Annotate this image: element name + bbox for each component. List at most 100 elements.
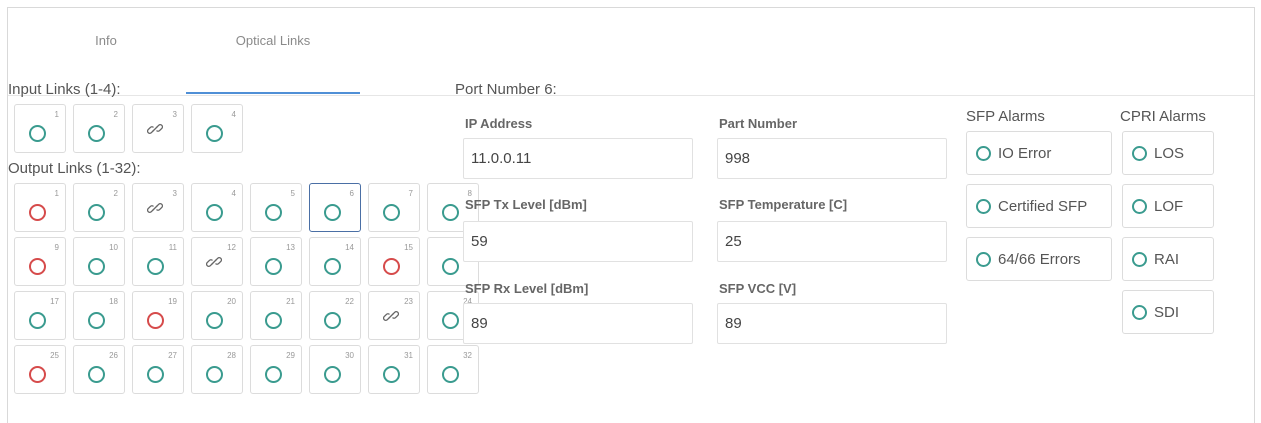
input-links-title: Input Links (1-4): bbox=[8, 81, 121, 98]
link-number: 14 bbox=[345, 243, 354, 252]
link-box-32[interactable]: 32 bbox=[427, 345, 479, 394]
alarm-sdi[interactable]: SDI bbox=[1122, 290, 1214, 334]
link-box-30[interactable]: 30 bbox=[309, 345, 361, 394]
status-ok-icon bbox=[442, 312, 459, 329]
temperature-label: SFP Temperature [C] bbox=[719, 197, 848, 212]
part-number-label: Part Number bbox=[719, 116, 798, 131]
link-box-4[interactable]: 4 bbox=[191, 104, 243, 153]
link-number: 32 bbox=[463, 351, 472, 360]
link-number: 22 bbox=[345, 297, 354, 306]
status-ok-icon bbox=[88, 204, 105, 221]
ip-address-field[interactable]: 11.0.0.11 bbox=[463, 138, 693, 179]
alarm-64-66-errors[interactable]: 64/66 Errors bbox=[966, 237, 1112, 281]
temperature-field[interactable]: 25 bbox=[717, 221, 947, 262]
status-ok-icon bbox=[29, 312, 46, 329]
alarm-label: LOS bbox=[1154, 145, 1185, 162]
link-box-11[interactable]: 11 bbox=[132, 237, 184, 286]
alarm-rai[interactable]: RAI bbox=[1122, 237, 1214, 281]
sfp-alarms-title: SFP Alarms bbox=[966, 108, 1045, 125]
link-box-23[interactable]: 23 bbox=[368, 291, 420, 340]
status-ok-icon bbox=[324, 366, 341, 383]
link-box-2[interactable]: 2 bbox=[73, 104, 125, 153]
status-ok-icon bbox=[206, 125, 223, 142]
link-number: 15 bbox=[404, 243, 413, 252]
link-box-14[interactable]: 14 bbox=[309, 237, 361, 286]
link-box-4[interactable]: 4 bbox=[191, 183, 243, 232]
status-ok-icon bbox=[1132, 199, 1147, 214]
link-number: 3 bbox=[172, 110, 177, 119]
link-box-26[interactable]: 26 bbox=[73, 345, 125, 394]
link-box-1[interactable]: 1 bbox=[14, 104, 66, 153]
link-number: 21 bbox=[286, 297, 295, 306]
link-number: 5 bbox=[290, 189, 295, 198]
link-box-13[interactable]: 13 bbox=[250, 237, 302, 286]
link-box-29[interactable]: 29 bbox=[250, 345, 302, 394]
port-title: Port Number 6: bbox=[455, 81, 557, 98]
status-ok-icon bbox=[976, 252, 991, 267]
link-box-18[interactable]: 18 bbox=[73, 291, 125, 340]
link-number: 1 bbox=[54, 189, 59, 198]
link-box-31[interactable]: 31 bbox=[368, 345, 420, 394]
link-number: 25 bbox=[50, 351, 59, 360]
link-box-2[interactable]: 2 bbox=[73, 183, 125, 232]
status-ok-icon bbox=[1132, 305, 1147, 320]
tab-bar: Info Optical Links bbox=[8, 8, 1254, 96]
status-alarm-icon bbox=[29, 366, 46, 383]
link-box-15[interactable]: 15 bbox=[368, 237, 420, 286]
status-ok-icon bbox=[88, 366, 105, 383]
link-box-21[interactable]: 21 bbox=[250, 291, 302, 340]
status-ok-icon bbox=[147, 258, 164, 275]
link-box-1[interactable]: 1 bbox=[14, 183, 66, 232]
link-box-6[interactable]: 6 bbox=[309, 183, 361, 232]
link-box-17[interactable]: 17 bbox=[14, 291, 66, 340]
status-ok-icon bbox=[147, 366, 164, 383]
link-number: 10 bbox=[109, 243, 118, 252]
vcc-field[interactable]: 89 bbox=[717, 303, 947, 344]
link-box-22[interactable]: 22 bbox=[309, 291, 361, 340]
status-ok-icon bbox=[442, 204, 459, 221]
link-box-9[interactable]: 9 bbox=[14, 237, 66, 286]
link-box-5[interactable]: 5 bbox=[250, 183, 302, 232]
alarm-label: Certified SFP bbox=[998, 198, 1088, 215]
link-box-25[interactable]: 25 bbox=[14, 345, 66, 394]
tx-level-field[interactable]: 59 bbox=[463, 221, 693, 262]
status-ok-icon bbox=[442, 366, 459, 383]
status-ok-icon bbox=[206, 366, 223, 383]
chain-link-icon bbox=[147, 124, 163, 134]
status-ok-icon bbox=[265, 204, 282, 221]
alarm-los[interactable]: LOS bbox=[1122, 131, 1214, 175]
part-number-field[interactable]: 998 bbox=[717, 138, 947, 179]
status-ok-icon bbox=[324, 258, 341, 275]
alarm-label: IO Error bbox=[998, 145, 1052, 162]
rx-level-field[interactable]: 89 bbox=[463, 303, 693, 344]
link-box-10[interactable]: 10 bbox=[73, 237, 125, 286]
link-number: 11 bbox=[168, 243, 177, 252]
alarm-certified-sfp[interactable]: Certified SFP bbox=[966, 184, 1112, 228]
tab-optical-links[interactable]: Optical Links bbox=[186, 30, 360, 94]
link-number: 6 bbox=[349, 189, 354, 198]
link-number: 30 bbox=[345, 351, 354, 360]
status-ok-icon bbox=[976, 146, 991, 161]
link-number: 3 bbox=[172, 189, 177, 198]
link-box-12[interactable]: 12 bbox=[191, 237, 243, 286]
link-box-7[interactable]: 7 bbox=[368, 183, 420, 232]
link-box-19[interactable]: 19 bbox=[132, 291, 184, 340]
status-alarm-icon bbox=[147, 312, 164, 329]
status-ok-icon bbox=[29, 125, 46, 142]
chain-link-icon bbox=[383, 311, 399, 321]
link-box-27[interactable]: 27 bbox=[132, 345, 184, 394]
link-number: 17 bbox=[50, 297, 59, 306]
link-number: 29 bbox=[286, 351, 295, 360]
link-box-3[interactable]: 3 bbox=[132, 183, 184, 232]
alarm-lof[interactable]: LOF bbox=[1122, 184, 1214, 228]
link-box-20[interactable]: 20 bbox=[191, 291, 243, 340]
link-box-28[interactable]: 28 bbox=[191, 345, 243, 394]
link-box-3[interactable]: 3 bbox=[132, 104, 184, 153]
alarm-io-error[interactable]: IO Error bbox=[966, 131, 1112, 175]
chain-link-icon bbox=[147, 203, 163, 213]
status-ok-icon bbox=[88, 258, 105, 275]
status-ok-icon bbox=[265, 258, 282, 275]
tx-level-label: SFP Tx Level [dBm] bbox=[465, 197, 587, 212]
link-number: 26 bbox=[109, 351, 118, 360]
link-number: 27 bbox=[168, 351, 177, 360]
